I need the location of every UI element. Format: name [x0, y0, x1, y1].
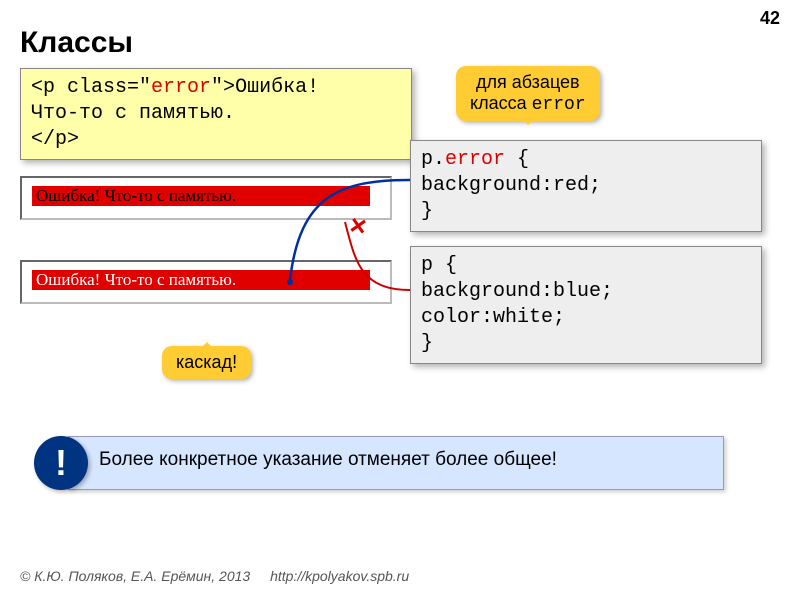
- exclamation-icon: !: [34, 436, 88, 490]
- html-code-example: <p class="error">Ошибка! Что-то с память…: [20, 68, 412, 160]
- css-selector-class: error: [445, 148, 505, 171]
- copyright-text: © К.Ю. Поляков, Е.А. Ерёмин, 2013: [20, 568, 250, 584]
- code-text: p.: [421, 148, 445, 171]
- cascade-callout: каскад!: [162, 346, 251, 379]
- footer: © К.Ю. Поляков, Е.А. Ерёмин, 2013 http:/…: [20, 568, 409, 584]
- code-text: background:blue;: [421, 280, 613, 303]
- callout-line: для абзацев: [476, 72, 580, 92]
- page-number: 42: [760, 8, 780, 29]
- render-preview-2: Ошибка! Что-то с памятью.: [20, 260, 392, 304]
- code-classname: error: [151, 76, 211, 99]
- code-text: {: [505, 148, 529, 171]
- css-code-block-1: p.error { background:red; }: [410, 140, 762, 232]
- css-code-block-2: p { background:blue; color:white; }: [410, 246, 762, 364]
- page-title: Классы: [20, 26, 133, 60]
- callout-mono: error: [532, 95, 586, 115]
- code-text: <p class=": [31, 76, 151, 99]
- preview-text: Ошибка! Что-то с памятью.: [32, 186, 370, 206]
- preview-text: Ошибка! Что-то с памятью.: [32, 270, 370, 290]
- code-text: }: [421, 332, 433, 355]
- code-text: </p>: [31, 128, 79, 151]
- code-text: Ошибка!: [235, 76, 319, 99]
- code-text: }: [421, 200, 433, 223]
- code-text: Что-то с памятью.: [31, 102, 235, 125]
- code-text: ">: [211, 76, 235, 99]
- callout-line: класса: [470, 93, 532, 113]
- render-preview-1: Ошибка! Что-то с памятью.: [20, 176, 392, 220]
- footer-link: http://kpolyakov.spb.ru: [270, 568, 409, 584]
- code-text: color:white;: [421, 306, 565, 329]
- annotation-callout: для абзацев класса error: [456, 66, 600, 121]
- note-text: Более конкретное указание отменяет более…: [68, 436, 724, 490]
- important-note: ! Более конкретное указание отменяет бол…: [34, 436, 724, 490]
- code-text: background:red;: [421, 174, 601, 197]
- code-text: p {: [421, 254, 457, 277]
